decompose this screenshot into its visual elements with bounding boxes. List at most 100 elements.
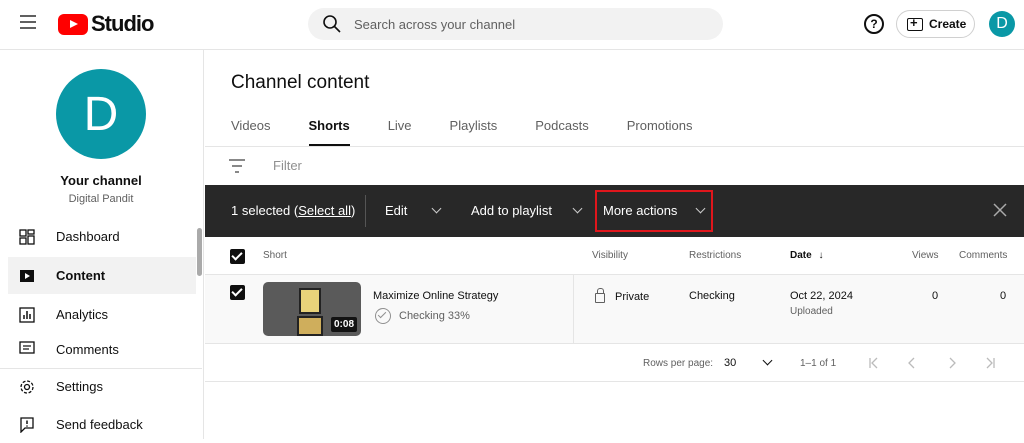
views-value: 0 bbox=[932, 290, 939, 302]
page-title: Channel content bbox=[231, 72, 370, 93]
selection-count: 1 selected (Select all) bbox=[231, 203, 355, 218]
sidebar-item-label: Analytics bbox=[56, 307, 109, 322]
tab-shorts[interactable]: Shorts bbox=[308, 118, 350, 146]
menu-icon[interactable] bbox=[20, 15, 36, 29]
dashboard-icon bbox=[18, 228, 36, 246]
search-bar[interactable] bbox=[308, 8, 723, 40]
create-label: Create bbox=[929, 17, 967, 31]
previous-page-icon[interactable] bbox=[905, 356, 919, 370]
analytics-icon bbox=[18, 306, 36, 324]
video-thumbnail[interactable]: 0:08 bbox=[263, 282, 361, 336]
col-comments[interactable]: Comments bbox=[959, 250, 1007, 261]
search-input[interactable] bbox=[354, 16, 694, 32]
rows-per-page-select[interactable]: 30 bbox=[724, 357, 736, 369]
filter-bar[interactable]: Filter bbox=[229, 158, 302, 173]
help-icon[interactable]: ? bbox=[864, 14, 884, 34]
content-icon bbox=[18, 267, 36, 285]
col-date[interactable]: Date ↓ bbox=[790, 250, 823, 261]
chevron-down-icon[interactable] bbox=[762, 355, 773, 366]
channel-avatar[interactable]: D bbox=[56, 69, 146, 159]
sidebar-item-send-feedback[interactable]: Send feedback bbox=[8, 406, 196, 443]
tab-videos[interactable]: Videos bbox=[231, 118, 271, 146]
add-to-playlist-label: Add to playlist bbox=[471, 203, 552, 218]
feedback-icon bbox=[18, 416, 36, 434]
check-circle-icon bbox=[375, 308, 391, 324]
col-visibility[interactable]: Visibility bbox=[592, 250, 628, 261]
video-title[interactable]: Maximize Online Strategy bbox=[373, 290, 498, 302]
status-text: Checking 33% bbox=[399, 310, 470, 322]
top-bar: Studio ? Create D bbox=[0, 0, 1024, 50]
highlight-box bbox=[595, 190, 713, 232]
sidebar-item-dashboard[interactable]: Dashboard bbox=[8, 218, 196, 255]
visibility-value: Private bbox=[615, 290, 650, 303]
col-short: Short bbox=[263, 250, 287, 261]
select-all-link[interactable]: Select all bbox=[298, 203, 351, 218]
sidebar-item-analytics[interactable]: Analytics bbox=[8, 296, 196, 333]
table-header: Short Visibility Restrictions Date ↓ Vie… bbox=[205, 237, 1024, 275]
main-content: Channel content Videos Shorts Live Playl… bbox=[205, 50, 1024, 439]
table-row[interactable]: 0:08 Maximize Online Strategy Checking 3… bbox=[205, 275, 1024, 344]
logo-text: Studio bbox=[91, 11, 154, 36]
tab-playlists[interactable]: Playlists bbox=[450, 118, 498, 146]
sidebar-item-label: Settings bbox=[56, 379, 103, 394]
content-tabs: Videos Shorts Live Playlists Podcasts Pr… bbox=[231, 118, 730, 146]
row-divider bbox=[573, 275, 574, 344]
chevron-down-icon bbox=[431, 203, 442, 214]
visibility-cell[interactable]: Private bbox=[595, 288, 650, 303]
col-date-label: Date bbox=[790, 250, 812, 261]
processing-status: Checking 33% bbox=[375, 308, 470, 324]
studio-logo[interactable]: Studio bbox=[58, 11, 154, 37]
sidebar-item-label: Send feedback bbox=[56, 417, 143, 432]
create-button[interactable]: Create bbox=[896, 10, 975, 38]
filter-input[interactable]: Filter bbox=[273, 158, 302, 173]
account-avatar[interactable]: D bbox=[989, 11, 1015, 37]
first-page-icon[interactable] bbox=[867, 356, 881, 370]
selected-prefix: 1 selected ( bbox=[231, 203, 299, 218]
tab-promotions[interactable]: Promotions bbox=[627, 118, 693, 146]
next-page-icon[interactable] bbox=[945, 356, 959, 370]
col-views[interactable]: Views bbox=[912, 250, 939, 261]
sidebar-item-label: Comments bbox=[56, 341, 119, 357]
sidebar-item-label: Dashboard bbox=[56, 229, 120, 244]
selected-suffix: ) bbox=[350, 203, 356, 218]
sidebar-item-comments[interactable]: Comments bbox=[8, 335, 196, 363]
tab-podcasts[interactable]: Podcasts bbox=[535, 118, 588, 146]
duration-badge: 0:08 bbox=[330, 317, 357, 332]
last-page-icon[interactable] bbox=[983, 356, 997, 370]
page-range: 1–1 of 1 bbox=[800, 358, 837, 369]
edit-label: Edit bbox=[385, 203, 408, 218]
comments-value: 0 bbox=[1000, 290, 1007, 302]
thumbnail-image bbox=[297, 316, 323, 336]
sidebar: D Your channel Digital Pandit Dashboard … bbox=[0, 50, 204, 439]
pagination: Rows per page: 30 1–1 of 1 bbox=[205, 344, 1024, 382]
gear-icon bbox=[18, 378, 36, 396]
search-icon bbox=[323, 15, 341, 33]
chevron-down-icon bbox=[572, 203, 583, 214]
comments-icon bbox=[18, 340, 36, 358]
sort-down-icon: ↓ bbox=[818, 250, 824, 261]
channel-title: Your channel bbox=[60, 173, 142, 188]
row-checkbox[interactable] bbox=[230, 285, 245, 300]
col-restrictions[interactable]: Restrictions bbox=[689, 250, 741, 261]
tab-live[interactable]: Live bbox=[388, 118, 412, 146]
rows-per-page-label: Rows per page: bbox=[643, 358, 714, 369]
selection-action-bar: 1 selected (Select all) Edit Add to play… bbox=[205, 185, 1024, 237]
tabs-divider bbox=[205, 146, 1024, 147]
youtube-logo-icon bbox=[58, 13, 88, 35]
edit-button[interactable]: Edit bbox=[385, 203, 442, 218]
sidebar-item-content[interactable]: Content bbox=[8, 257, 196, 294]
action-bar-divider bbox=[365, 195, 366, 227]
close-icon[interactable] bbox=[993, 203, 1007, 217]
create-icon bbox=[907, 15, 923, 31]
sidebar-scrollbar[interactable] bbox=[197, 228, 202, 276]
channel-name: Digital Pandit bbox=[68, 193, 134, 205]
filter-icon[interactable] bbox=[229, 158, 245, 173]
select-all-checkbox[interactable] bbox=[230, 249, 245, 264]
date-sub: Uploaded bbox=[790, 306, 833, 317]
sidebar-item-label: Content bbox=[56, 268, 106, 283]
restrictions-value: Checking bbox=[689, 290, 735, 302]
thumbnail-image bbox=[299, 288, 321, 314]
date-value: Oct 22, 2024 bbox=[790, 290, 853, 302]
add-to-playlist-button[interactable]: Add to playlist bbox=[471, 203, 583, 218]
sidebar-item-settings[interactable]: Settings bbox=[8, 368, 196, 405]
